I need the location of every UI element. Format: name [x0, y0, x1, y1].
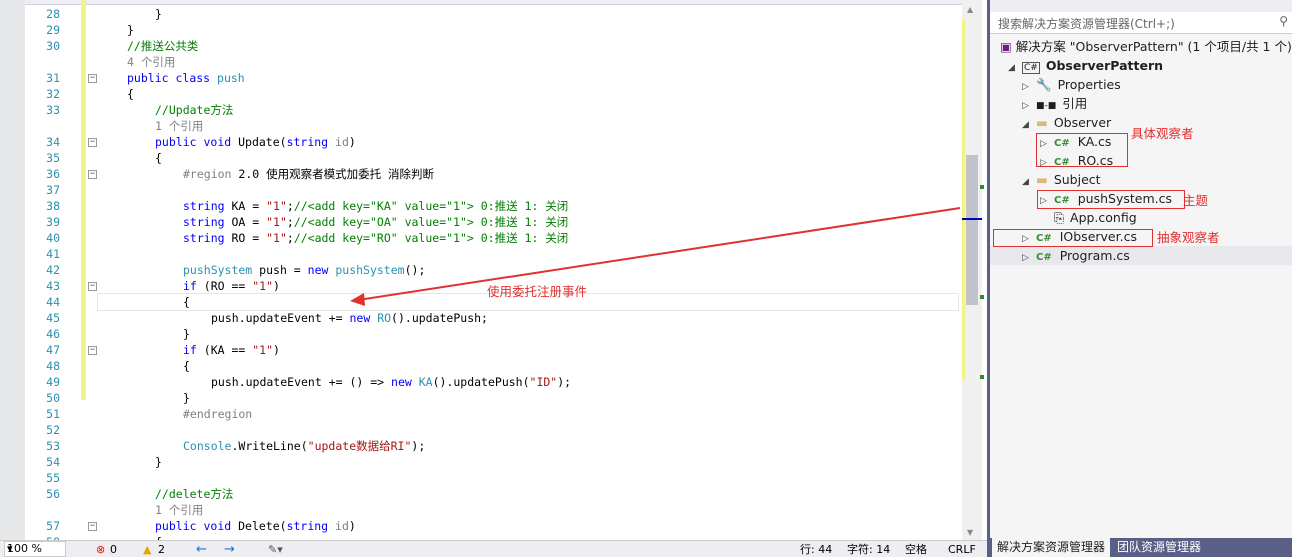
tree-project[interactable]: ◢ C# ObserverPattern: [1008, 56, 1163, 75]
annotation-label: 主题: [1183, 193, 1209, 208]
tree-label: 解决方案 "ObserverPattern" (1 个项目/共 1 个): [1015, 39, 1292, 54]
tree-file-program[interactable]: ▷ C# Program.cs: [990, 246, 1292, 265]
line-ending-indicator: CRLF: [948, 543, 976, 556]
folder-icon: ▬: [1036, 115, 1048, 130]
search-placeholder: 搜索解决方案资源管理器(Ctrl+;): [998, 17, 1175, 31]
brush-icon[interactable]: ✎▾: [268, 541, 283, 558]
tree-label: Subject: [1053, 172, 1101, 187]
warning-count[interactable]: 2: [158, 541, 165, 558]
annotation-label: 抽象观察者: [1157, 230, 1220, 245]
column-indicator: 字符: 14: [847, 543, 891, 556]
solution-search-input[interactable]: 搜索解决方案资源管理器(Ctrl+;) ⚲: [990, 12, 1292, 34]
solution-explorer: 搜索解决方案资源管理器(Ctrl+;) ⚲ ▣ 解决方案 "ObserverPa…: [987, 0, 1292, 557]
tree-folder-observer[interactable]: ◢ ▬ Observer: [1022, 113, 1111, 132]
tree-label: App.config: [1070, 210, 1137, 225]
code-editor[interactable]: 28} 29} 30//推送公共类 4 个引用 31− public class push…: [0, 0, 985, 540]
error-icon: ⊗: [96, 543, 106, 556]
scroll-thumb[interactable]: [966, 155, 978, 305]
tree-label: Program.cs: [1059, 248, 1130, 263]
tree-references[interactable]: ▷ ■-■ 引用: [1022, 94, 1087, 113]
tree-label: Observer: [1053, 115, 1112, 130]
panel-tabs: 解决方案资源管理器 团队资源管理器: [990, 538, 1292, 557]
whitespace-indicator: 空格: [905, 543, 927, 556]
csharp-file-icon: C#: [1036, 252, 1052, 263]
search-icon[interactable]: ⚲: [1279, 14, 1288, 28]
scroll-change-map: [962, 20, 965, 380]
marker: [980, 185, 984, 189]
wrench-icon: 🔧: [1036, 77, 1052, 92]
config-file-icon: ⎘: [1054, 210, 1065, 225]
tree-properties[interactable]: ▷ 🔧 Properties: [1022, 75, 1121, 94]
navigate-forward-icon[interactable]: →: [224, 541, 235, 558]
folder-icon: ▬: [1036, 172, 1048, 187]
marker: [980, 375, 984, 379]
annotation-box: [993, 229, 1153, 247]
collapsed-icon: ▷: [1022, 253, 1029, 263]
tab-solution-explorer[interactable]: 解决方案资源管理器: [992, 538, 1111, 557]
navigate-back-icon[interactable]: ←: [196, 541, 207, 558]
tab-team-explorer[interactable]: 团队资源管理器: [1112, 538, 1206, 557]
caret-marker: [962, 218, 982, 220]
tree-label: Properties: [1057, 77, 1121, 92]
line-indicator: 行: 44: [800, 543, 833, 556]
solution-icon: ▣: [1000, 39, 1016, 54]
marker: [980, 295, 984, 299]
tree-folder-subject[interactable]: ◢ ▬ Subject: [1022, 170, 1101, 189]
expanded-icon: ◢: [1022, 177, 1029, 187]
zoom-value: 100 %: [7, 542, 42, 555]
error-count[interactable]: 0: [110, 541, 117, 558]
tree-label: 引用: [1062, 96, 1088, 111]
expanded-icon: ◢: [1022, 120, 1029, 130]
annotation-label: 使用委托注册事件: [487, 284, 588, 299]
scroll-down-icon[interactable]: ▼: [967, 528, 973, 537]
csharp-project-icon: C#: [1022, 62, 1040, 74]
annotation-box: [1036, 133, 1128, 167]
solution-explorer-toolbar[interactable]: [990, 0, 1292, 12]
annotation-label: 具体观察者: [1131, 126, 1194, 141]
annotation-box: [1037, 190, 1185, 209]
tree-file-appconfig[interactable]: ⎘ App.config: [1054, 208, 1137, 227]
tree-label: ObserverPattern: [1045, 58, 1164, 73]
editor-status-bar: 100 % ▾ ⊗ 0 ▲ 2 ← → ✎▾ 行: 44 字符: 14 空格 C…: [0, 540, 987, 557]
tree-solution-root[interactable]: ▣ 解决方案 "ObserverPattern" (1 个项目/共 1 个): [1000, 37, 1292, 56]
vertical-scrollbar[interactable]: ▲ ▼: [962, 0, 984, 540]
scroll-up-icon[interactable]: ▲: [967, 5, 973, 14]
annotation-arrow: [350, 207, 961, 306]
expanded-icon: ◢: [1008, 63, 1015, 73]
zoom-dropdown[interactable]: 100 % ▾: [4, 541, 66, 557]
reference-icon: ■-■: [1036, 101, 1057, 111]
warning-icon: ▲: [143, 543, 152, 556]
